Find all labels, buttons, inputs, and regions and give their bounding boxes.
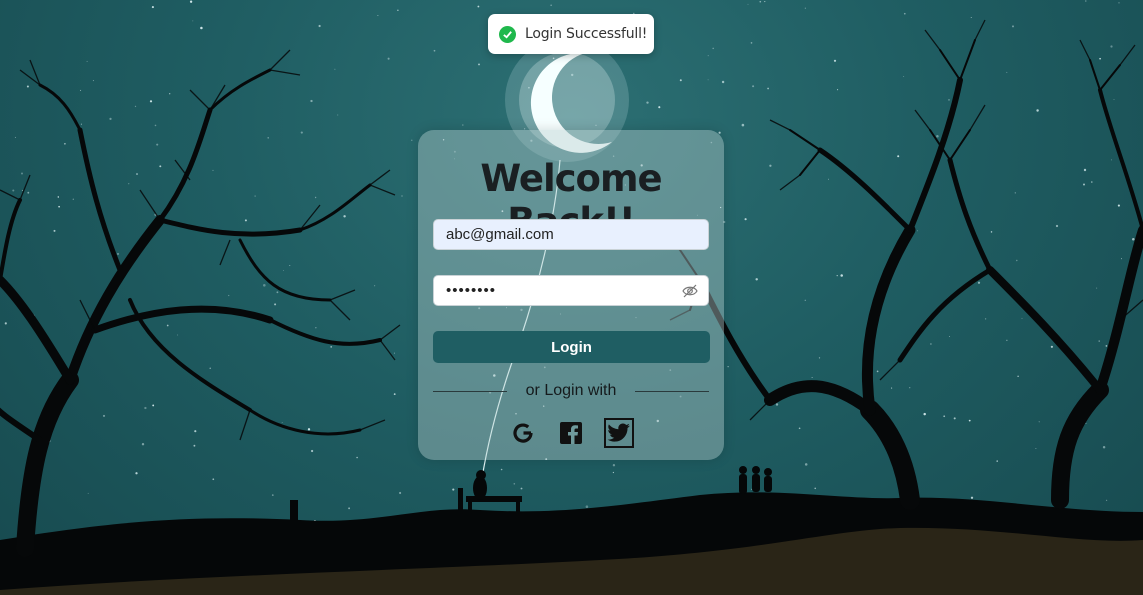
eye-slash-icon[interactable]	[682, 284, 698, 298]
google-icon	[513, 423, 533, 443]
twitter-login-button[interactable]	[604, 418, 634, 448]
login-card: Welcome Back!! Login or Login with	[418, 130, 724, 460]
toast-message: Login Successfull!	[525, 26, 648, 42]
people-silhouettes	[739, 466, 772, 494]
facebook-login-button[interactable]	[556, 418, 586, 448]
divider-line-left	[433, 391, 507, 392]
login-success-toast: Login Successfull!	[488, 14, 654, 54]
divider-line-right	[635, 391, 709, 392]
email-field[interactable]	[433, 219, 709, 250]
login-button[interactable]: Login	[433, 331, 710, 363]
twitter-icon	[607, 423, 630, 442]
left-tree	[0, 68, 382, 557]
right-tree	[679, 39, 1143, 510]
check-circle-icon	[499, 25, 516, 43]
facebook-icon	[560, 422, 582, 444]
password-field[interactable]	[433, 275, 709, 306]
or-login-with-text: or Login with	[525, 382, 617, 399]
post-silhouette	[290, 500, 298, 532]
google-login-button[interactable]	[508, 418, 538, 448]
